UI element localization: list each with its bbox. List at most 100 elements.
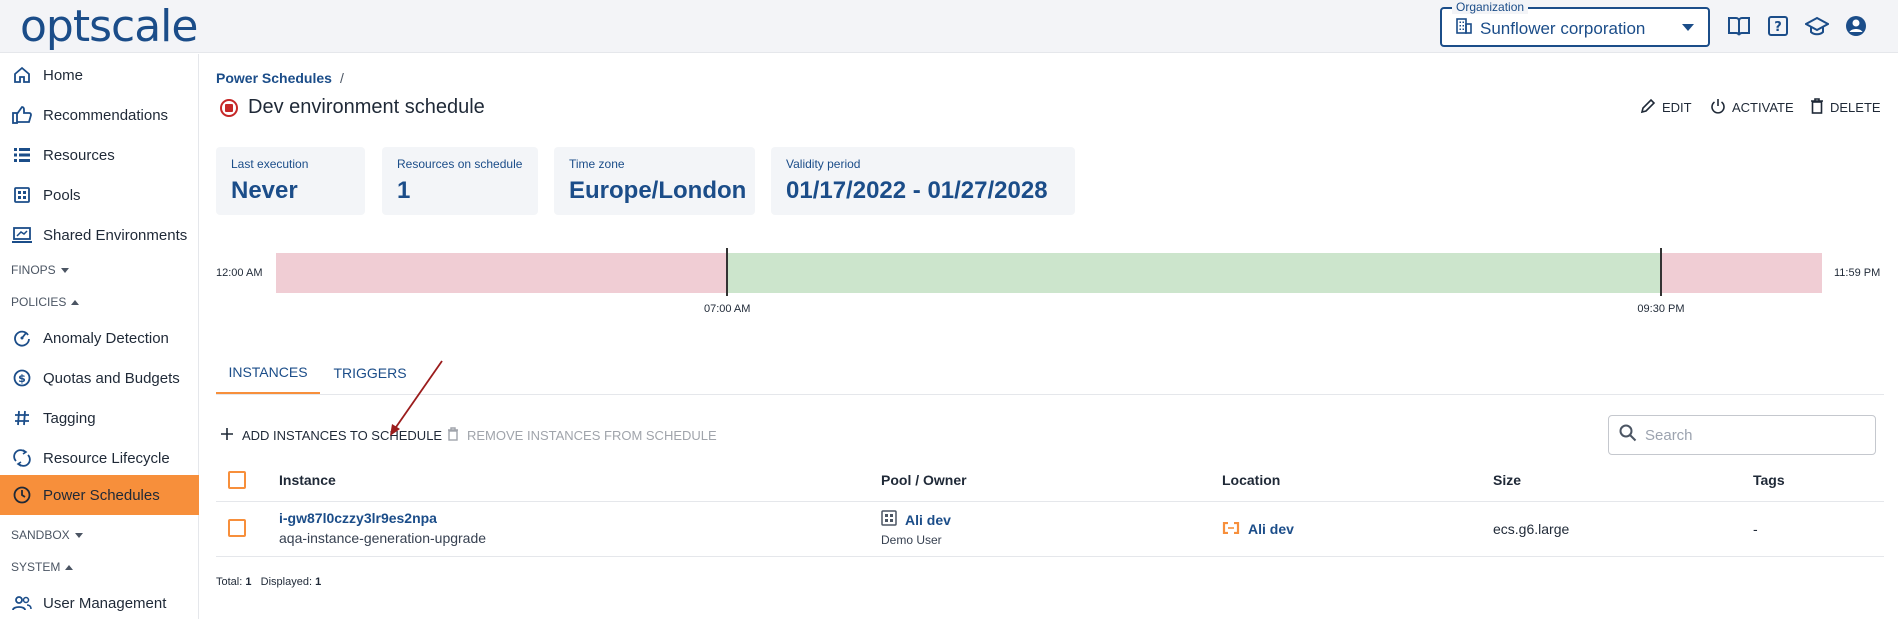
edit-label: EDIT bbox=[1662, 100, 1692, 115]
organization-select[interactable]: Organization Sunflower corporation bbox=[1440, 0, 1710, 47]
timeline-on-time-label: 07:00 AM bbox=[703, 303, 751, 315]
activate-label: ACTIVATE bbox=[1732, 100, 1794, 115]
plus-icon bbox=[220, 427, 234, 444]
environment-icon bbox=[11, 224, 33, 246]
search-icon bbox=[1619, 424, 1637, 447]
section-sandbox[interactable]: SANDBOX bbox=[11, 528, 83, 542]
pool-link[interactable]: Ali dev bbox=[905, 512, 951, 528]
table-header-divider bbox=[216, 501, 1884, 502]
row-checkbox[interactable] bbox=[228, 519, 246, 537]
table-row-divider bbox=[216, 556, 1884, 557]
size-value: ecs.g6.large bbox=[1493, 521, 1570, 537]
add-instances-label: ADD INSTANCES TO SCHEDULE bbox=[242, 427, 443, 443]
table-footer: Total: 1 Displayed: 1 bbox=[216, 576, 321, 588]
breadcrumb-separator: / bbox=[339, 70, 344, 86]
timeline-off-time-label: 09:30 PM bbox=[1637, 303, 1685, 315]
column-header-tags[interactable]: Tags bbox=[1753, 472, 1785, 488]
page-title: Dev environment schedule bbox=[220, 96, 485, 119]
timeline-on-marker bbox=[725, 248, 728, 296]
timeline-off-segment bbox=[1660, 253, 1822, 293]
power-icon bbox=[1710, 98, 1726, 117]
pencil-icon bbox=[1640, 98, 1656, 117]
column-header-location[interactable]: Location bbox=[1222, 472, 1280, 488]
graduation-cap-icon[interactable] bbox=[1804, 13, 1830, 39]
sidebar-item-resources[interactable]: Resources bbox=[0, 136, 199, 174]
sidebar-item-anomaly-detection[interactable]: Anomaly Detection bbox=[0, 319, 199, 357]
sidebar-item-power-schedules[interactable]: Power Schedules bbox=[0, 475, 199, 515]
timeline-on-segment bbox=[726, 253, 1661, 293]
card-value: 01/17/2022 - 01/27/2028 bbox=[786, 177, 1048, 204]
chevron-down-icon bbox=[1682, 24, 1694, 31]
sidebar-item-quotas-and-budgets[interactable]: $ Quotas and Budgets bbox=[0, 359, 199, 397]
card-resources-on-schedule: Resources on schedule 1 bbox=[382, 147, 538, 215]
sidebar-item-label: User Management bbox=[43, 594, 167, 612]
card-time-zone: Time zone Europe/London bbox=[554, 147, 755, 215]
location-cell: Ali dev bbox=[1222, 521, 1294, 537]
list-icon bbox=[11, 144, 33, 166]
organization-legend: Organization bbox=[1452, 0, 1529, 14]
remove-instances-label: REMOVE INSTANCES FROM SCHEDULE bbox=[467, 427, 717, 443]
organization-value: Sunflower corporation bbox=[1480, 18, 1646, 38]
section-label: POLICIES bbox=[11, 295, 67, 309]
instance-link[interactable]: i-gw87l0czzy3lr9es2npa bbox=[279, 510, 437, 526]
help-icon[interactable]: ? bbox=[1765, 13, 1791, 39]
stop-icon bbox=[220, 98, 238, 117]
pools-icon bbox=[11, 184, 33, 206]
optscale-logo[interactable]: optscale bbox=[20, 0, 198, 53]
search-box bbox=[1608, 415, 1876, 455]
remove-instances-button[interactable]: REMOVE INSTANCES FROM SCHEDULE bbox=[447, 424, 717, 446]
select-all-checkbox[interactable] bbox=[228, 471, 246, 489]
tab-instances[interactable]: INSTANCES bbox=[216, 352, 320, 394]
timeline-end-label: 11:59 PM bbox=[1834, 267, 1881, 279]
column-header-size[interactable]: Size bbox=[1493, 472, 1521, 488]
sidebar-item-resource-lifecycle[interactable]: Resource Lifecycle bbox=[0, 439, 199, 477]
section-policies[interactable]: POLICIES bbox=[11, 295, 80, 309]
chevron-down-icon bbox=[74, 532, 83, 538]
edit-button[interactable]: EDIT bbox=[1640, 98, 1692, 117]
sidebar-item-recommendations[interactable]: Recommendations bbox=[0, 96, 199, 134]
card-label: Time zone bbox=[569, 157, 625, 171]
section-label: SYSTEM bbox=[11, 560, 61, 574]
displayed-label: Displayed: bbox=[260, 576, 313, 588]
lifecycle-icon bbox=[11, 447, 33, 469]
sidebar-item-user-management[interactable]: User Management bbox=[0, 584, 199, 619]
breadcrumb-power-schedules[interactable]: Power Schedules bbox=[216, 70, 332, 86]
total-label: Total: bbox=[216, 576, 243, 588]
delete-button[interactable]: DELETE bbox=[1810, 98, 1881, 117]
quota-icon: $ bbox=[11, 367, 33, 389]
sidebar-item-label: Resource Lifecycle bbox=[43, 449, 170, 467]
tabs-divider bbox=[216, 394, 1884, 395]
delete-label: DELETE bbox=[1830, 100, 1881, 115]
sidebar-item-label: Anomaly Detection bbox=[43, 329, 169, 347]
column-header-instance[interactable]: Instance bbox=[279, 472, 336, 488]
sidebar-item-home[interactable]: Home bbox=[0, 56, 199, 94]
section-finops[interactable]: FINOPS bbox=[11, 263, 69, 277]
sidebar-item-label: Tagging bbox=[43, 409, 96, 427]
section-label: FINOPS bbox=[11, 263, 56, 277]
chevron-up-icon bbox=[71, 299, 80, 305]
section-label: SANDBOX bbox=[11, 528, 70, 542]
documentation-icon[interactable] bbox=[1726, 13, 1752, 39]
section-system[interactable]: SYSTEM bbox=[11, 560, 74, 574]
trash-icon bbox=[447, 426, 459, 444]
search-input[interactable] bbox=[1645, 426, 1865, 444]
location-link[interactable]: Ali dev bbox=[1248, 521, 1294, 537]
instance-name: aqa-instance-generation-upgrade bbox=[279, 530, 487, 546]
chevron-up-icon bbox=[65, 564, 74, 570]
sidebar-item-label: Resources bbox=[43, 146, 115, 164]
card-label: Validity period bbox=[786, 157, 861, 171]
sidebar-item-shared-environments[interactable]: Shared Environments bbox=[0, 216, 199, 254]
sidebar-item-tagging[interactable]: Tagging bbox=[0, 399, 199, 437]
column-header-pool-owner[interactable]: Pool / Owner bbox=[881, 472, 967, 488]
displayed-count: 1 bbox=[315, 576, 322, 588]
anomaly-icon bbox=[11, 327, 33, 349]
sidebar-item-pools[interactable]: Pools bbox=[0, 176, 199, 214]
building-icon bbox=[1456, 18, 1472, 39]
account-icon[interactable] bbox=[1843, 13, 1869, 39]
thumbs-up-icon bbox=[11, 104, 33, 126]
users-icon bbox=[11, 592, 33, 614]
page-title-text: Dev environment schedule bbox=[248, 96, 485, 118]
add-instances-button[interactable]: ADD INSTANCES TO SCHEDULE bbox=[220, 424, 442, 446]
activate-button[interactable]: ACTIVATE bbox=[1710, 98, 1794, 117]
tab-triggers[interactable]: TRIGGERS bbox=[324, 352, 416, 394]
